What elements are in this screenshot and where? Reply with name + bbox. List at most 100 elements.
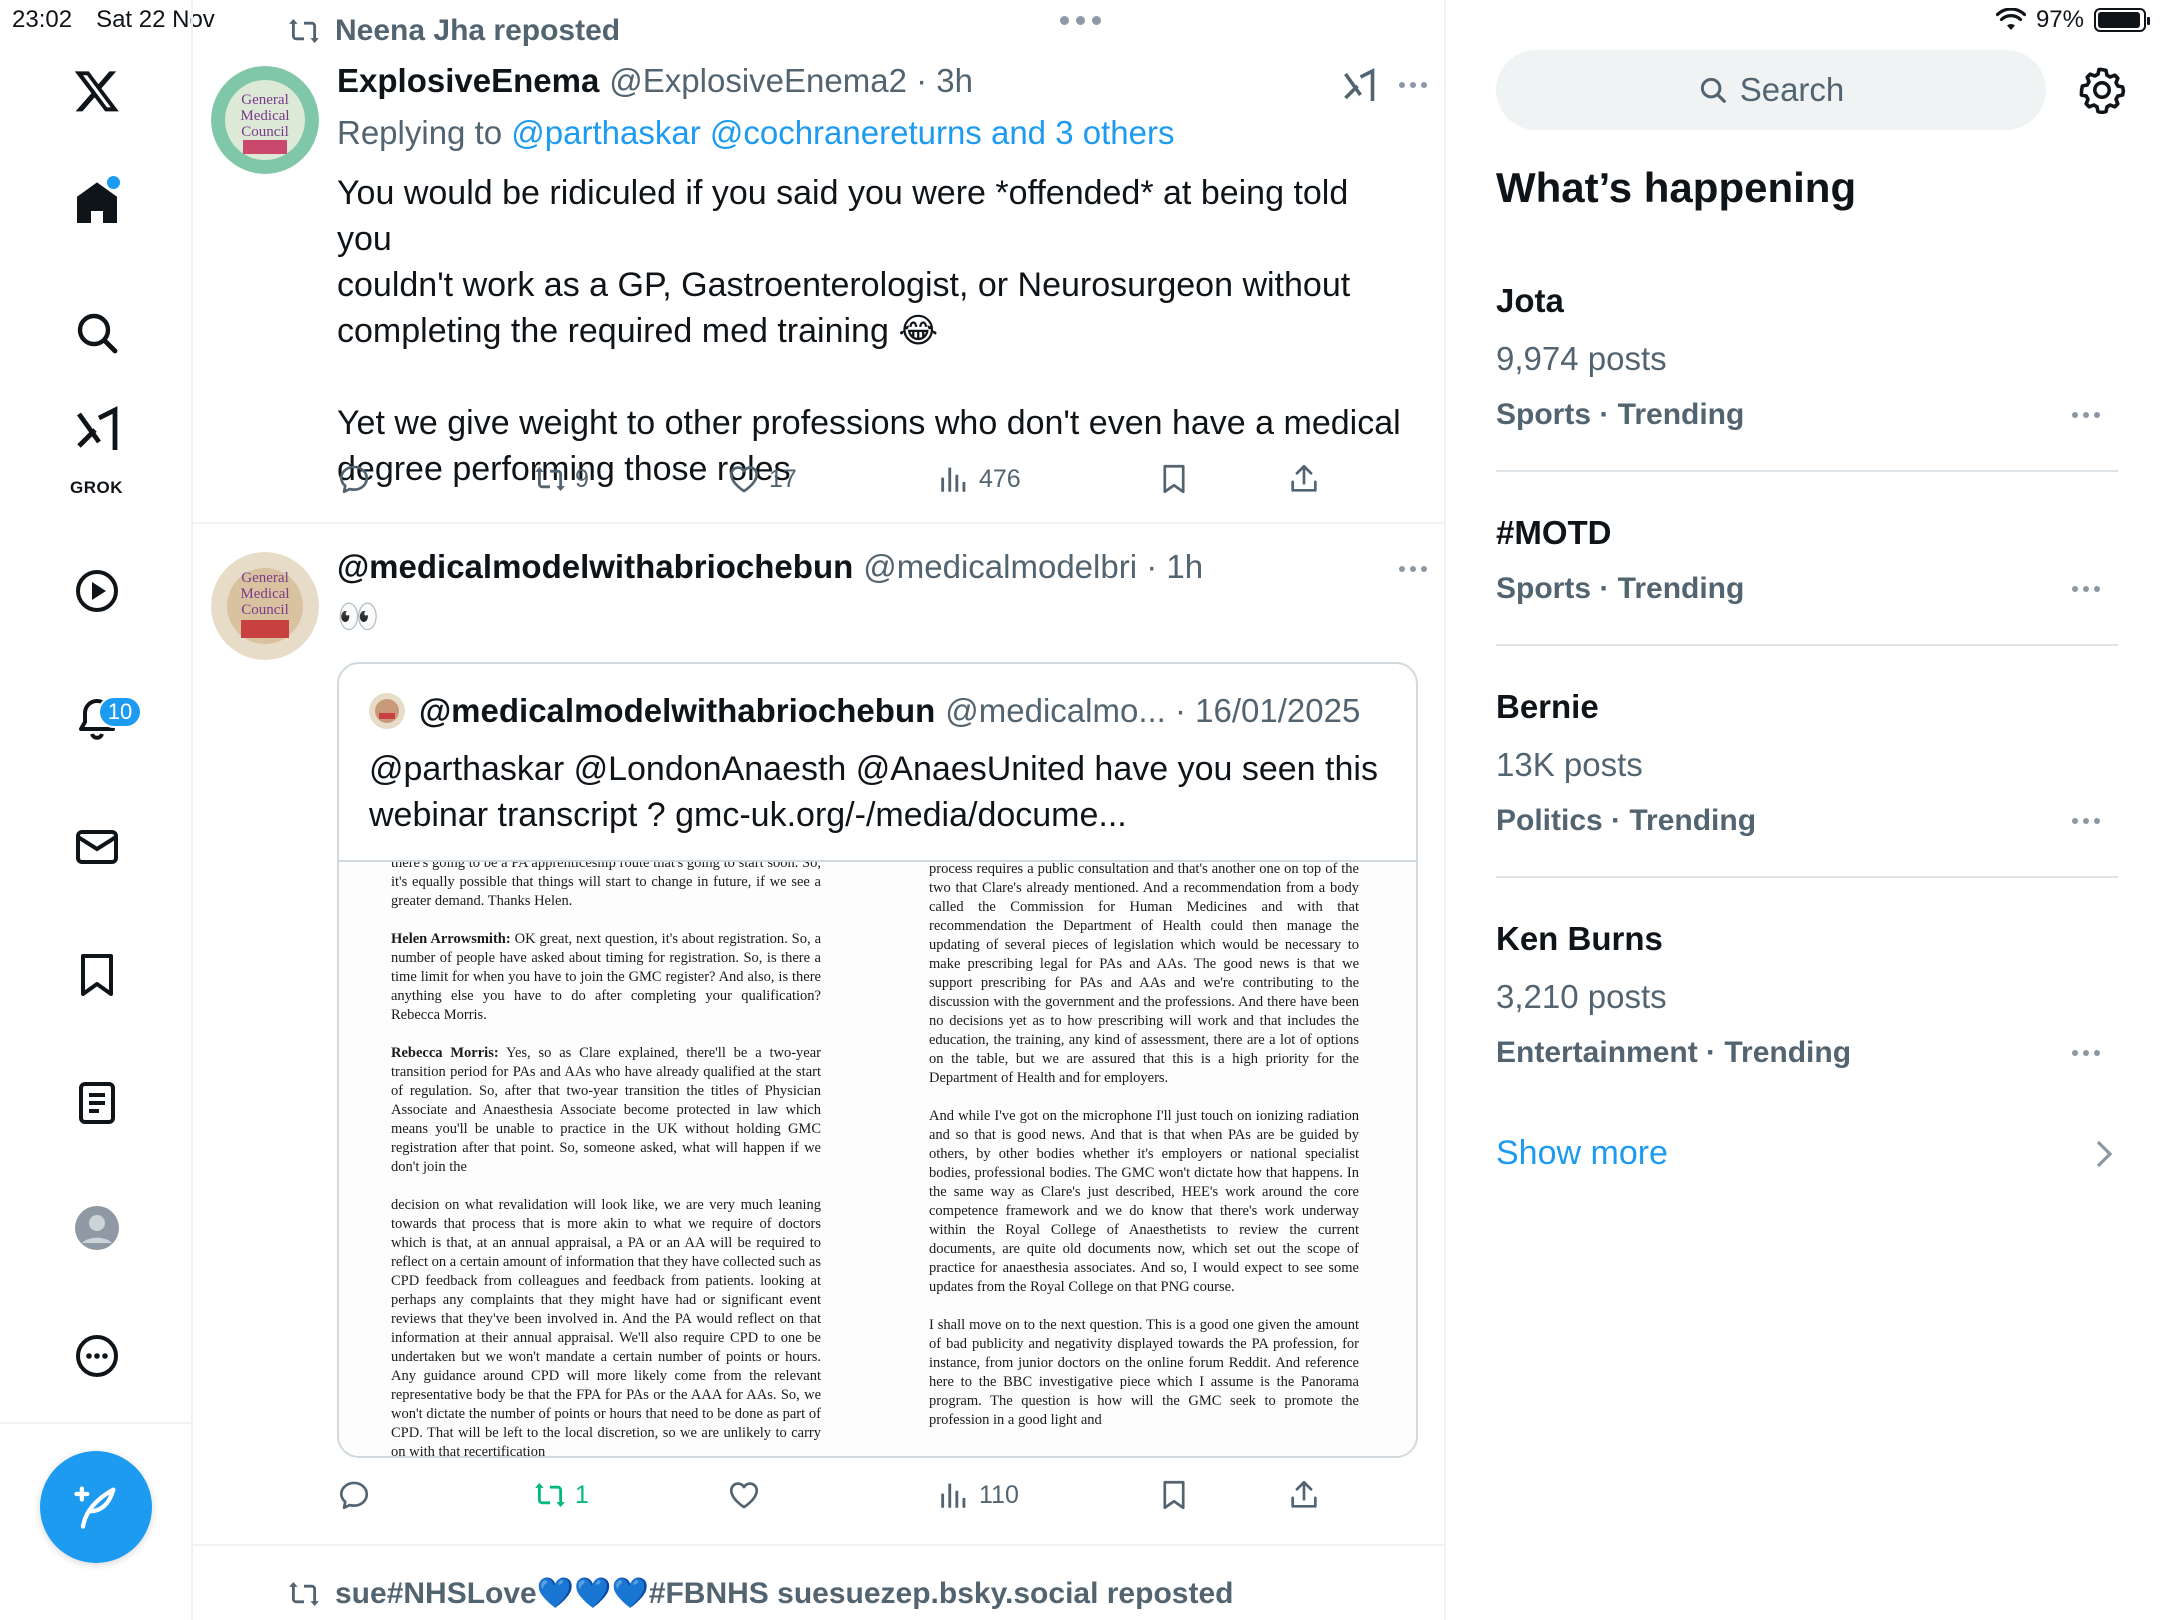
author-handle-time[interactable]: @medicalmodelbri · 1h (863, 548, 1203, 586)
document-paragraph: Helen Arrowsmith: OK great, next questio… (391, 931, 822, 1023)
trend-category: Entertainment · Trending (1496, 1036, 1852, 1069)
views-chart-icon (941, 1483, 966, 1508)
share-icon (1291, 464, 1317, 492)
trend-more-options[interactable] (2072, 586, 2100, 592)
nav-profile[interactable] (0, 1183, 193, 1273)
reply-icon (339, 465, 369, 494)
settings-gear-icon[interactable] (2078, 66, 2126, 114)
like-button[interactable] (727, 1478, 761, 1512)
trend-more-options[interactable] (2072, 818, 2100, 824)
tweet-text: You would be ridiculed if you said you w… (337, 174, 1401, 488)
replying-prefix: Replying to (337, 114, 512, 151)
svg-text:Medical: Medical (240, 108, 289, 124)
quoted-author-avatar (369, 693, 405, 729)
share-button[interactable] (1287, 1478, 1321, 1512)
reply-button[interactable] (337, 1478, 371, 1512)
trend-item[interactable]: Ken Burns 3,210 posts Entertainment · Tr… (1496, 920, 2118, 1070)
document-left-column: there's going to be a PA apprenticeship … (391, 860, 822, 1458)
bookmark-icon (80, 954, 113, 996)
tweet-header: @medicalmodelwithabriochebun @medicalmod… (337, 548, 1203, 586)
trend-category: Politics · Trending (1496, 804, 1757, 837)
nav-divider (0, 1422, 193, 1424)
svg-text:General: General (241, 570, 288, 586)
nav-video[interactable] (0, 546, 193, 636)
bookmark-button[interactable] (1157, 1478, 1191, 1512)
document-paragraph: And while I've got on the microphone I'l… (929, 1108, 1359, 1295)
trend-more-options[interactable] (2072, 1050, 2100, 1056)
bookmark-button[interactable] (1157, 462, 1191, 496)
author-handle-time[interactable]: @ExplosiveEnema2 · 3h (609, 62, 973, 100)
status-bar-right: 97% (1995, 6, 2150, 34)
retweet-button[interactable]: 9 (533, 462, 589, 496)
like-button[interactable]: 17 (727, 462, 797, 496)
trend-item[interactable]: Jota 9,974 posts Sports · Trending (1496, 282, 2118, 432)
profile-avatar-icon (74, 1206, 119, 1250)
nav-bookmarks[interactable] (0, 930, 193, 1020)
tweet-actions: 1 110 (337, 1478, 1427, 1518)
repost-context[interactable]: sue#NHSLove💙💙💙#FBNHS suesuezep.bsky.soci… (287, 1576, 1233, 1611)
search-input[interactable]: Search (1496, 50, 2046, 130)
repost-icon (289, 1581, 319, 1606)
tweet-text: 👀 (337, 598, 380, 636)
list-icon (78, 1082, 115, 1124)
nav-home[interactable] (0, 158, 193, 248)
repost-icon (535, 466, 565, 492)
tweet-author-avatar[interactable]: General Medical Council (211, 552, 319, 660)
trend-category: Sports · Trending (1496, 398, 1745, 431)
author-name[interactable]: ExplosiveEnema (337, 62, 599, 100)
nav-more[interactable] (0, 1311, 193, 1401)
retweet-button[interactable]: 1 (533, 1478, 589, 1512)
quoted-tweet[interactable]: @medicalmodelwithabriochebun @medicalmo.… (337, 662, 1418, 1458)
nav-grok[interactable] (0, 395, 193, 465)
mail-icon (75, 830, 118, 864)
bookmark-icon (1163, 1480, 1185, 1510)
trend-posts: 9,974 posts (1496, 340, 1667, 377)
battery-percent: 97% (2035, 6, 2084, 33)
left-navigation: GROK 10 (0, 0, 193, 1620)
repost-context[interactable]: Neena Jha reposted (287, 14, 620, 48)
heart-icon (729, 466, 759, 493)
document-paragraph: there's going to be a PA apprenticeship … (391, 860, 821, 909)
quoted-document-image[interactable]: there's going to be a PA apprenticeship … (339, 860, 1416, 1458)
trend-posts: 13K posts (1496, 746, 1643, 783)
nav-lists[interactable] (0, 1058, 193, 1148)
show-more-link[interactable]: Show more (1496, 1134, 1668, 1173)
document-paragraph: decision on what revalidation will look … (391, 1197, 821, 1458)
grok-icon[interactable] (1341, 68, 1377, 104)
document-paragraph: Rebecca Morris: Yes, so as Clare explain… (391, 1045, 821, 1175)
views-button[interactable]: 110 (937, 1478, 1019, 1512)
views-count: 476 (979, 464, 1021, 493)
grok-icon (76, 406, 117, 450)
svg-text:General: General (241, 92, 288, 108)
tweet-more-options[interactable] (1399, 566, 1427, 572)
tweet-header: ExplosiveEnema @ExplosiveEnema2 · 3h (337, 62, 973, 100)
compose-button[interactable] (40, 1451, 152, 1563)
reply-icon (339, 1481, 369, 1510)
share-button[interactable] (1287, 462, 1321, 496)
nav-explore[interactable] (0, 288, 193, 378)
views-button[interactable]: 476 (937, 462, 1021, 496)
tweet-more-options[interactable] (1399, 82, 1427, 88)
reply-button[interactable] (337, 462, 371, 496)
trend-divider (1496, 876, 2118, 878)
author-name[interactable]: @medicalmodelwithabriochebun (337, 548, 853, 586)
timeline: Neena Jha reposted General Medical Council… (193, 0, 1446, 1620)
x-logo-icon[interactable] (0, 46, 193, 136)
trend-more-options[interactable] (2072, 412, 2100, 418)
quoted-author-handle-date: @medicalmo... · 16/01/2025 (945, 692, 1361, 729)
trend-item[interactable]: #MOTD Sports · Trending (1496, 514, 2118, 606)
nav-notifications[interactable]: 10 (0, 674, 193, 764)
trend-divider (1496, 644, 2118, 646)
repost-by-label: sue#NHSLove💙💙💙#FBNHS suesuezep.bsky.soci… (335, 1577, 1234, 1610)
trend-name: #MOTD (1496, 514, 1612, 551)
compose-feather-icon (74, 1486, 116, 1529)
battery-icon (2094, 8, 2150, 32)
tweet-author-avatar[interactable]: General Medical Council (211, 66, 319, 174)
document-right-column: process requires a public consultation a… (929, 862, 1359, 1449)
trend-name: Bernie (1496, 688, 1599, 725)
quoted-tweet-header: @medicalmodelwithabriochebun @medicalmo.… (369, 692, 1360, 730)
replying-to-users[interactable]: @parthaskar @cochranereturns and 3 other… (511, 114, 1174, 151)
grok-label: GROK (70, 478, 123, 497)
nav-messages[interactable] (0, 802, 193, 892)
trend-item[interactable]: Bernie 13K posts Politics · Trending (1496, 688, 2118, 838)
